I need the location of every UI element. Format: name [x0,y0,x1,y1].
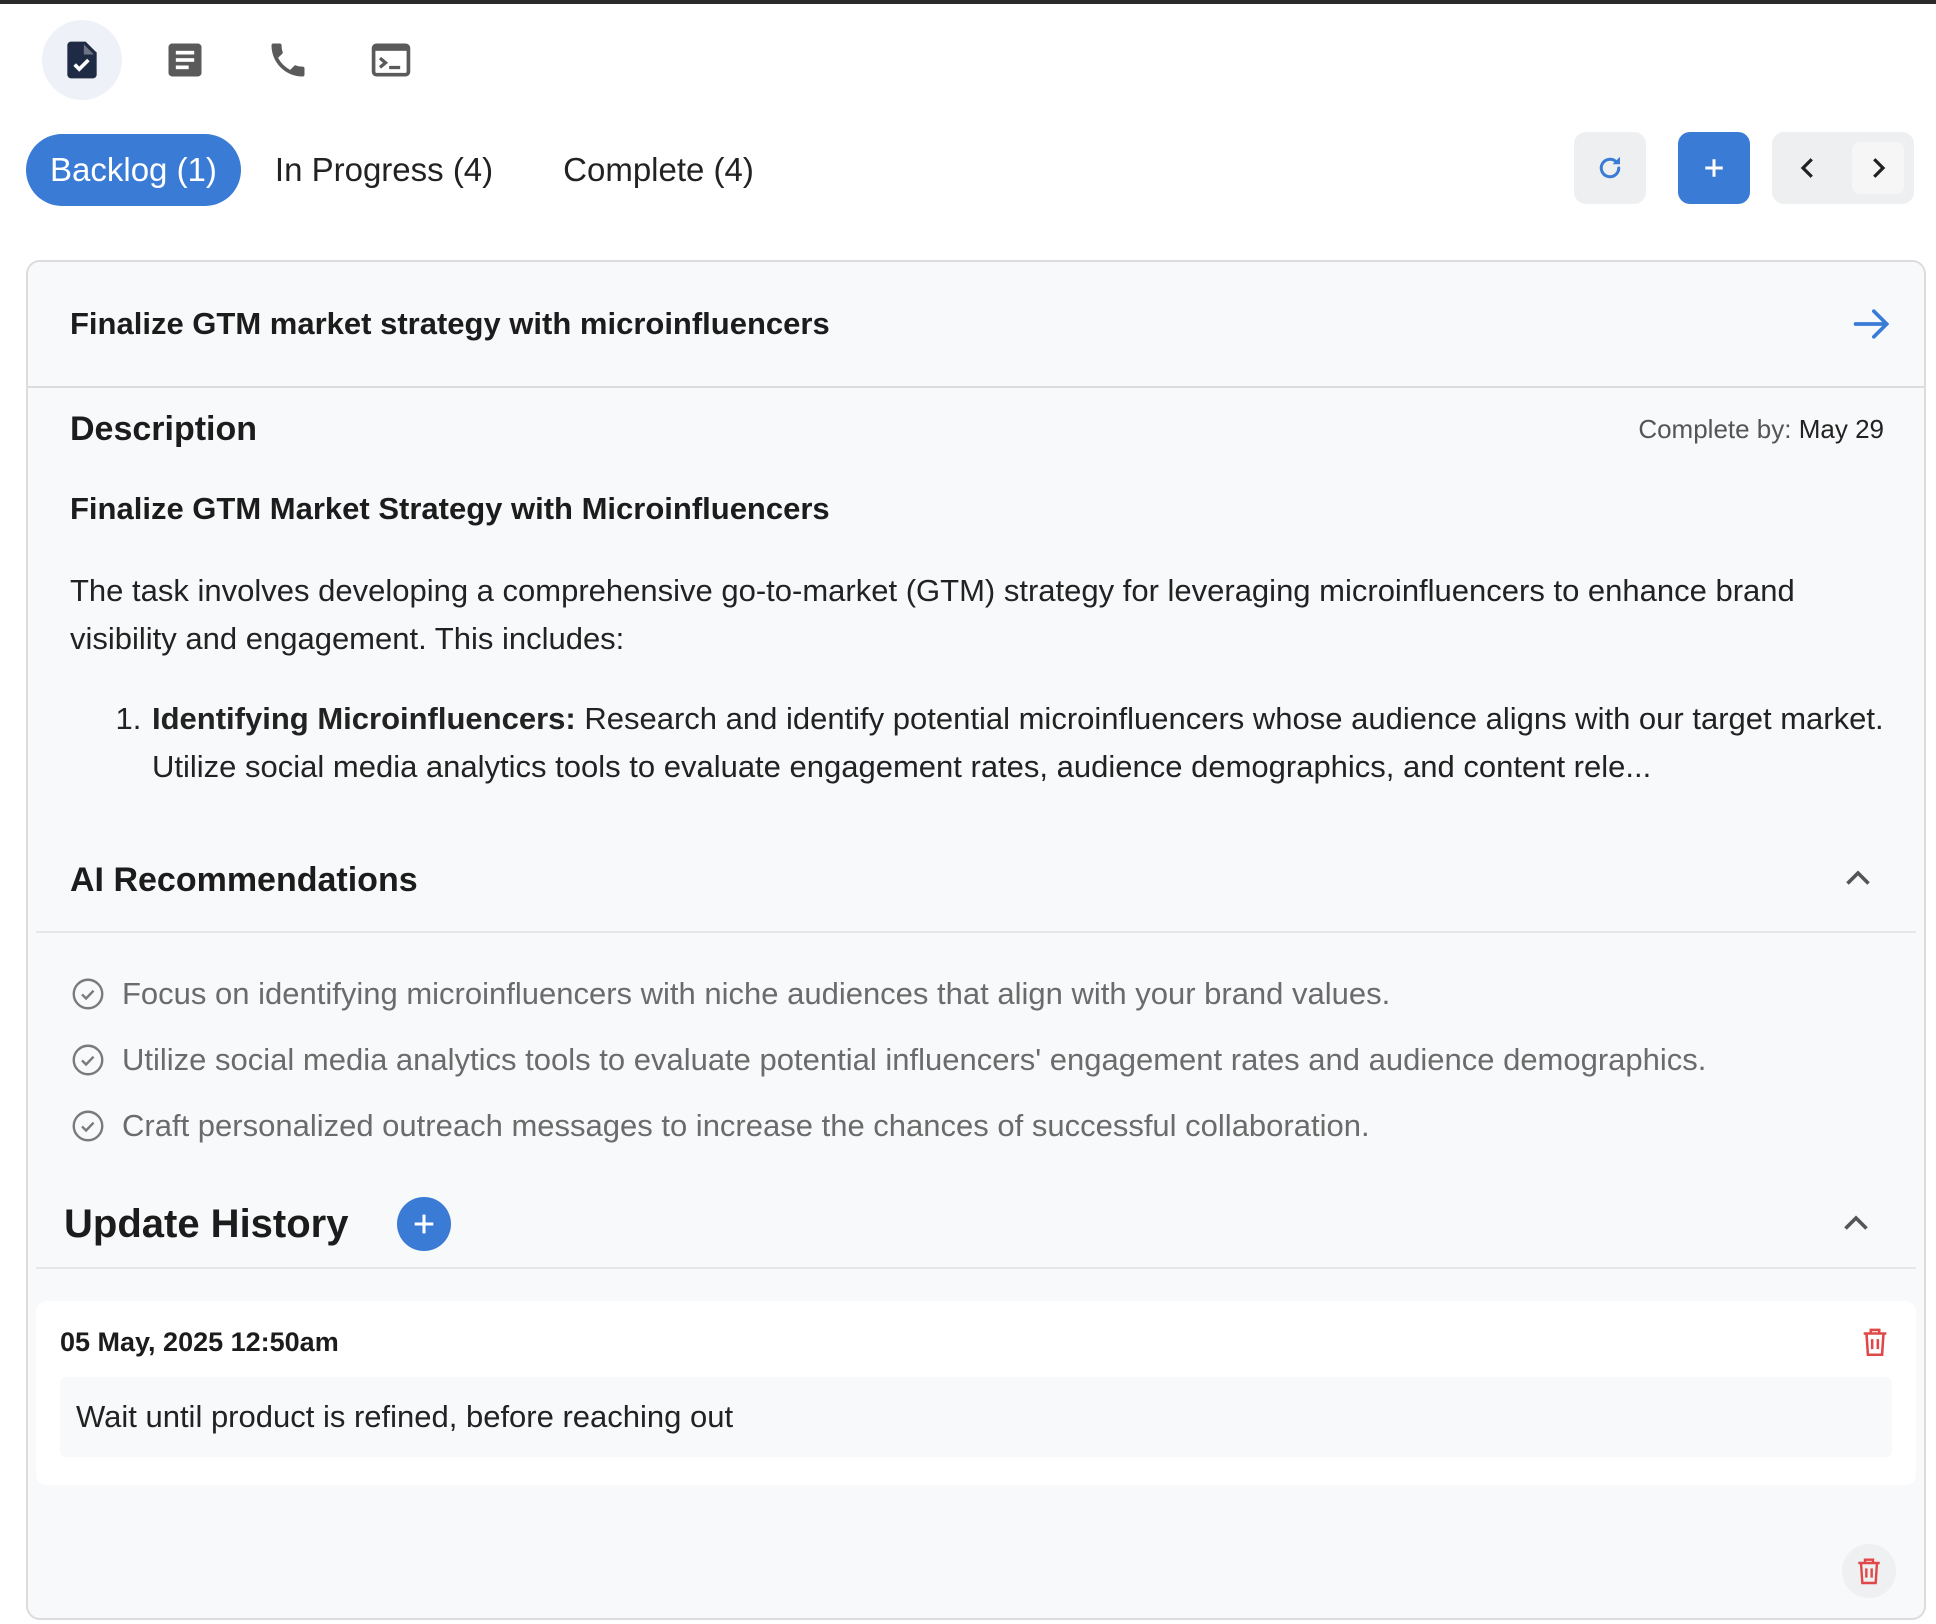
description-heading: Finalize GTM Market Strategy with Microi… [70,491,830,526]
next-task-button[interactable] [1852,142,1904,194]
terminal-icon [371,43,411,77]
view-toolbar [42,20,454,100]
due-date-value: May 29 [1798,414,1884,444]
recommendation-text: Utilize social media analytics tools to … [122,1042,1707,1077]
recommendation-text: Focus on identifying microinfluencers wi… [122,976,1391,1011]
list-item: Focus on identifying microinfluencers wi… [70,961,1882,1027]
description-paragraph: The task involves developing a comprehen… [70,573,1795,656]
due-date: Complete by: May 29 [1638,414,1884,445]
list-item: Utilize social media analytics tools to … [70,1027,1882,1093]
trash-icon [1858,1558,1880,1585]
chevron-right-icon [1873,158,1886,178]
add-task-button[interactable] [1678,132,1750,204]
check-circle-icon [72,1044,104,1076]
list-item-title: Identifying Microinfluencers: [152,701,576,736]
refresh-button[interactable] [1574,132,1646,204]
chevron-up-icon[interactable] [1840,861,1876,897]
description-label: Description [70,410,258,448]
update-history-title-group: Update History [64,1197,451,1251]
tasks-view-button[interactable] [42,20,122,100]
task-pagination [1772,132,1914,204]
ai-recommendations-header[interactable]: AI Recommendations [36,861,1916,933]
history-entry-header: 05 May, 2025 12:50am [60,1325,1892,1359]
description-list: Identifying Microinfluencers: Research a… [70,695,1910,791]
task-actions [1542,132,1914,204]
tab-backlog[interactable]: Backlog (1) [26,134,241,206]
arrow-right-icon[interactable] [1850,302,1894,346]
description-body: Finalize GTM Market Strategy with Microi… [28,491,1924,791]
plus-icon [414,1214,433,1234]
update-history-header[interactable]: Update History [36,1181,1916,1269]
window-top-border [0,0,1936,4]
history-entry: 05 May, 2025 12:50am Wait until product … [36,1301,1916,1485]
refresh-icon [1599,156,1621,179]
task-title: Finalize GTM market strategy with microi… [70,306,830,341]
list-item: Identifying Microinfluencers: Research a… [150,695,1910,791]
description-header: Description Complete by: May 29 [28,388,1924,449]
recommendation-text: Craft personalized outreach messages to … [122,1108,1370,1143]
console-view-button[interactable] [351,20,431,100]
calls-view-button[interactable] [248,20,328,100]
previous-task-button[interactable] [1782,142,1834,194]
status-tabs: Backlog (1) In Progress (4) Complete (4) [26,134,778,206]
trash-icon[interactable] [1858,1325,1892,1359]
phone-icon [271,43,305,77]
add-update-button[interactable] [396,1197,451,1251]
ai-recommendations-list: Focus on identifying microinfluencers wi… [28,933,1924,1159]
tab-complete[interactable]: Complete (4) [539,134,778,206]
history-entry-text: Wait until product is refined, before re… [60,1377,1892,1457]
document-icon [168,43,202,77]
notes-view-button[interactable] [145,20,225,100]
chevron-left-icon [1800,158,1813,178]
check-circle-icon [72,978,104,1010]
delete-task-button[interactable] [1842,1544,1896,1598]
list-item: Craft personalized outreach messages to … [70,1093,1882,1159]
task-card-header: Finalize GTM market strategy with microi… [28,262,1924,388]
due-date-label: Complete by: [1638,414,1792,444]
chevron-up-icon[interactable] [1838,1206,1874,1242]
task-card: Finalize GTM market strategy with microi… [26,260,1926,1620]
ai-recommendations-title: AI Recommendations [70,861,418,899]
history-entry-date: 05 May, 2025 12:50am [60,1326,339,1357]
check-circle-icon [72,1110,104,1142]
update-history-title: Update History [64,1201,349,1246]
task-check-icon [67,41,97,79]
tab-in-progress[interactable]: In Progress (4) [251,134,517,206]
plus-icon [1705,159,1723,177]
